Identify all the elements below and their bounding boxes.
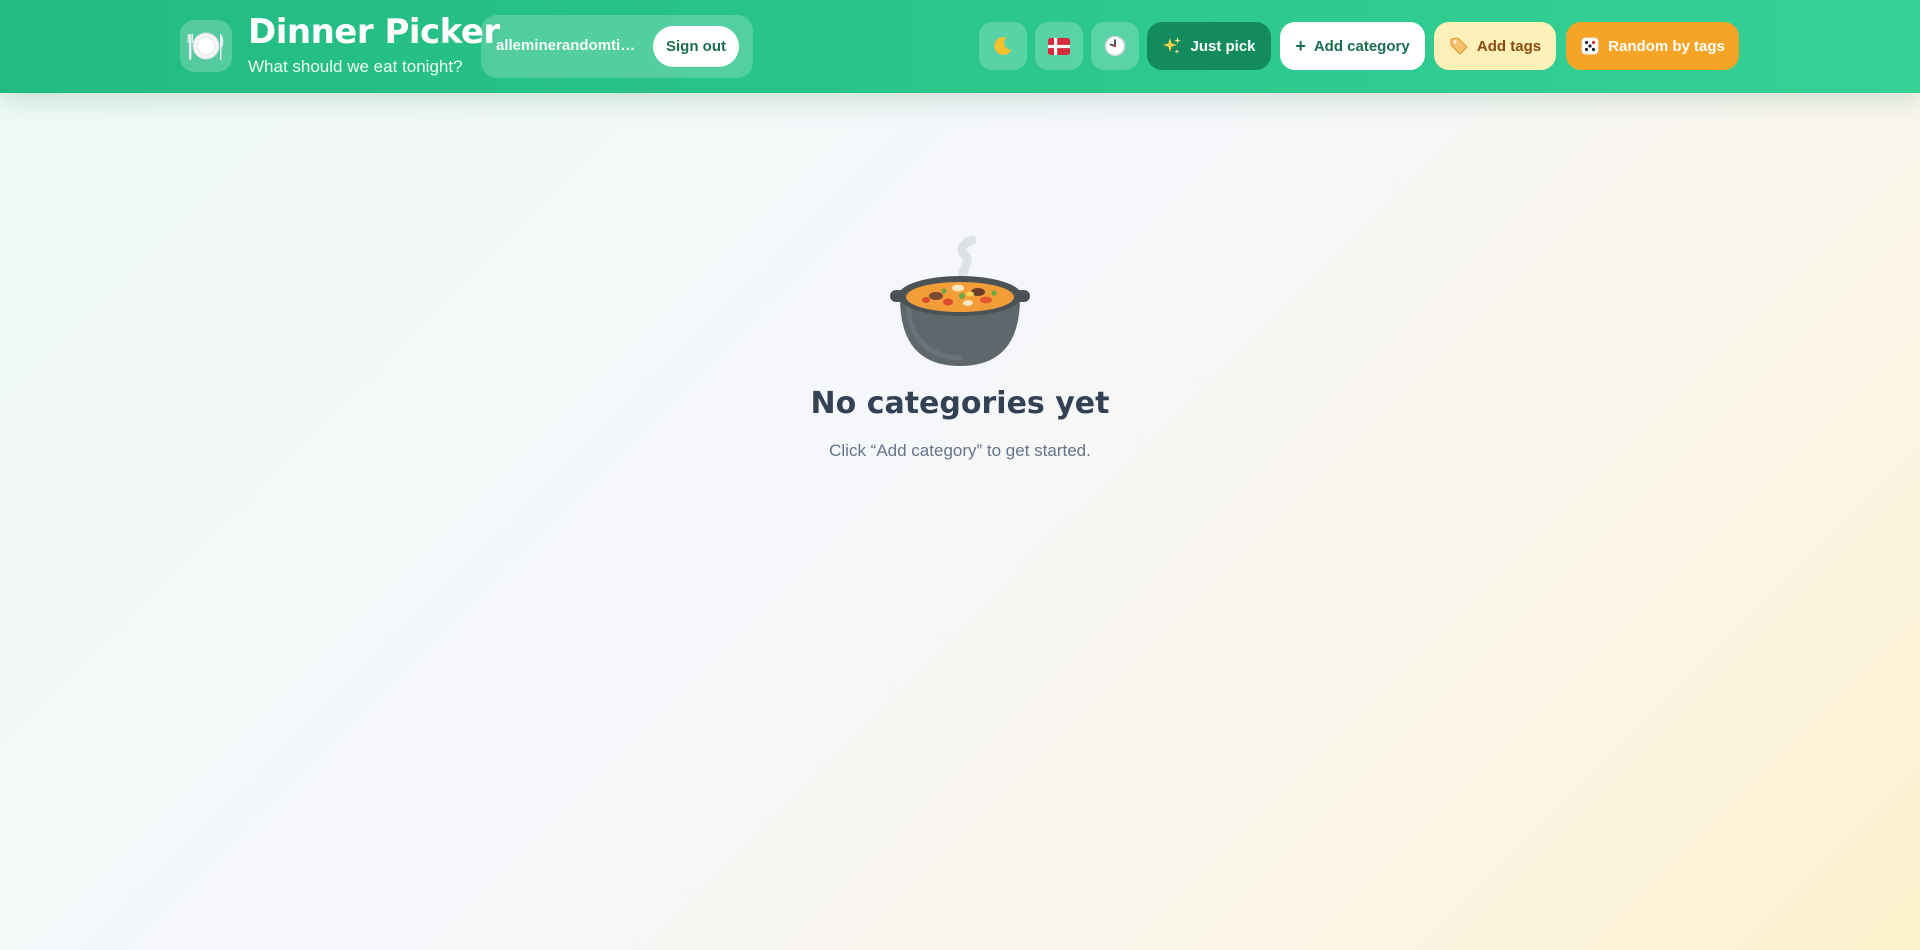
sparkles-icon [1163,37,1182,54]
account-email: alleminerandomtin… [496,37,644,54]
empty-state-title: No categories yet [810,386,1110,421]
add-category-label: Add category [1313,37,1410,55]
app-header: Dinner Picker What should we eat tonight… [0,0,1920,93]
add-tags-button[interactable]: Add tags [1434,22,1556,70]
theme-toggle-button[interactable] [979,22,1027,70]
empty-state-message: Click “Add category” to get started. [829,441,1091,460]
add-tags-label: Add tags [1476,37,1542,55]
just-pick-button[interactable]: Just pick [1147,22,1271,70]
dice-icon [1581,37,1599,55]
random-by-tags-label: Random by tags [1608,37,1725,55]
sign-out-button[interactable]: Sign out [653,26,739,67]
plate-cutlery-icon [180,20,232,72]
tag-icon [1450,37,1468,55]
language-button[interactable] [1035,22,1083,70]
account-panel: alleminerandomtin… Sign out [481,15,753,78]
plus-icon: + [1295,35,1306,56]
pot-of-food-icon [886,235,1034,372]
history-button[interactable] [1091,22,1139,70]
add-category-button[interactable]: + Add category [1280,22,1425,70]
app-subtitle: What should we eat tonight? [248,57,463,76]
denmark-flag-icon [1048,37,1070,55]
app-title: Dinner Picker [248,12,500,52]
clock-icon [1104,35,1126,57]
just-pick-label: Just pick [1190,37,1256,55]
moon-icon [994,36,1012,55]
random-by-tags-button[interactable]: Random by tags [1566,22,1739,70]
